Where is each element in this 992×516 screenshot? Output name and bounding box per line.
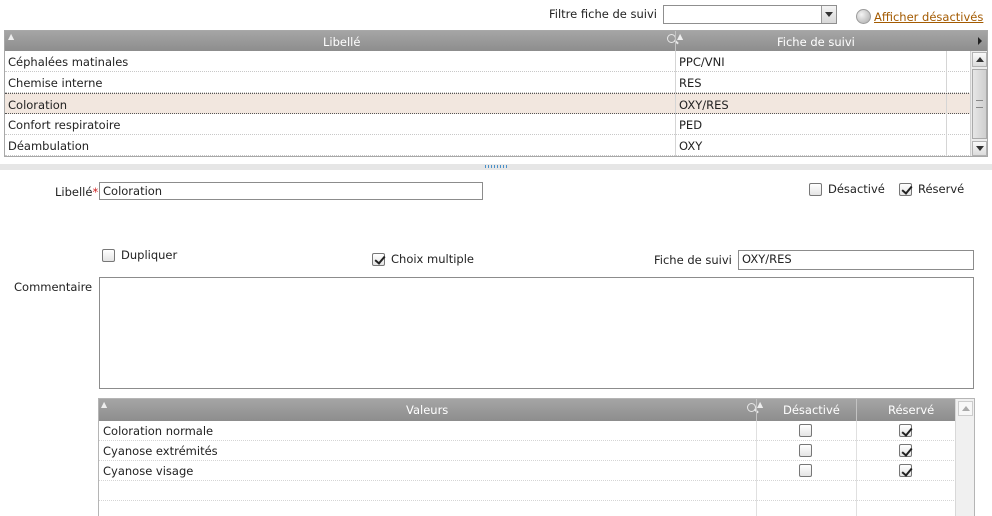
valeur-desactive-checkbox[interactable] — [799, 444, 812, 457]
column-header-desactive[interactable]: Désactivé — [783, 403, 840, 417]
valeur-row-empty[interactable] — [99, 481, 956, 501]
grid-header: ▲ Libellé ▲ Fiche de suivi — [5, 31, 987, 51]
commentaire-label: Commentaire — [14, 280, 93, 294]
libelle-input[interactable]: Coloration — [99, 182, 483, 200]
grid-row[interactable]: Chemise interne RES — [5, 72, 971, 93]
dupliquer-label: Dupliquer — [121, 248, 178, 262]
filter-label: Filtre fiche de suivi — [549, 7, 657, 21]
cell-fiche: PED — [679, 118, 703, 132]
scroll-right-icon[interactable] — [978, 37, 982, 45]
grid-row[interactable]: Céphalées matinales PPC/VNI — [5, 51, 971, 72]
column-header-libelle[interactable]: Libellé — [323, 35, 360, 49]
fiche-input[interactable]: OXY/RES — [738, 250, 974, 270]
valeur-row-empty[interactable] — [99, 501, 956, 516]
desactive-label: Désactivé — [828, 182, 885, 196]
required-mark: * — [92, 185, 99, 199]
column-header-reserve[interactable]: Réservé — [888, 403, 934, 417]
splitter-grip-icon[interactable] — [485, 165, 507, 168]
dupliquer-checkbox-wrap[interactable]: Dupliquer — [102, 248, 177, 262]
cell-fiche: PPC/VNI — [679, 55, 725, 69]
cell-fiche: OXY/RES — [679, 98, 729, 112]
items-grid: ▲ Libellé ▲ Fiche de suivi Céphalées mat… — [4, 30, 988, 157]
cell-libelle: Chemise interne — [8, 76, 103, 90]
valeur-desactive-checkbox[interactable] — [799, 424, 812, 437]
sort-icon[interactable]: ▲ — [8, 32, 14, 41]
libelle-label: Libellé* — [55, 185, 99, 199]
valeurs-scrollbar[interactable] — [955, 399, 974, 516]
sort-icon[interactable]: ▲ — [101, 400, 107, 409]
column-separator[interactable] — [756, 399, 757, 421]
grid-scrollbar[interactable] — [970, 51, 987, 156]
valeur-reserve-checkbox[interactable] — [899, 464, 912, 477]
scroll-up-icon[interactable] — [958, 401, 973, 416]
filter-select[interactable] — [663, 5, 837, 24]
search-icon[interactable] — [747, 403, 756, 412]
chevron-down-icon[interactable] — [821, 6, 836, 23]
valeurs-grid: ▲ Valeurs ▲ Désactivé Réservé Coloration… — [98, 398, 975, 516]
grid-row[interactable]: Déambulation OXY — [5, 135, 971, 156]
choix-multiple-label: Choix multiple — [391, 252, 474, 266]
cell-libelle: Déambulation — [8, 139, 90, 153]
cell-libelle: Coloration — [8, 98, 68, 112]
cell-libelle: Confort respiratoire — [8, 118, 121, 132]
choix-multiple-checkbox-wrap[interactable]: Choix multiple — [372, 252, 474, 266]
column-header-fiche[interactable]: Fiche de suivi — [777, 35, 855, 49]
fiche-label: Fiche de suivi — [654, 253, 732, 267]
reserve-checkbox-wrap[interactable]: Réservé — [899, 182, 964, 196]
valeur-reserve-checkbox[interactable] — [899, 424, 912, 437]
valeur-desactive-checkbox[interactable] — [799, 464, 812, 477]
scroll-up-icon[interactable] — [972, 52, 987, 67]
grid-row-selected[interactable]: Coloration OXY/RES — [5, 93, 971, 115]
cell-libelle: Céphalées matinales — [8, 55, 129, 69]
valeur-row[interactable]: Coloration normale — [99, 421, 956, 441]
show-disabled-link[interactable]: Afficher désactivés — [874, 10, 983, 24]
reserve-checkbox[interactable] — [899, 182, 912, 196]
dupliquer-checkbox[interactable] — [102, 248, 115, 262]
column-header-valeurs[interactable]: Valeurs — [406, 403, 448, 417]
sort-icon[interactable]: ▲ — [757, 400, 763, 409]
desactive-checkbox[interactable] — [809, 182, 822, 196]
reserve-label: Réservé — [918, 182, 965, 196]
cell-fiche: OXY — [679, 139, 703, 153]
valeur-row[interactable]: Cyanose visage — [99, 461, 956, 481]
show-disabled-toggle[interactable]: Afficher désactivés — [856, 9, 983, 24]
valeur-row[interactable]: Cyanose extrémités — [99, 441, 956, 461]
cell-fiche: RES — [679, 76, 702, 90]
valeur-label: Coloration normale — [103, 424, 214, 438]
globe-icon — [856, 9, 871, 24]
valeur-label: Cyanose extrémités — [103, 444, 218, 458]
commentaire-textarea[interactable] — [99, 277, 974, 389]
column-separator[interactable] — [856, 399, 857, 421]
choix-multiple-checkbox[interactable] — [372, 252, 385, 266]
sort-icon[interactable]: ▲ — [677, 32, 683, 41]
valeur-reserve-checkbox[interactable] — [899, 444, 912, 457]
scroll-thumb[interactable] — [972, 69, 987, 139]
desactive-checkbox-wrap[interactable]: Désactivé — [809, 182, 885, 196]
panel-splitter[interactable] — [0, 164, 992, 170]
grid-row[interactable]: Confort respiratoire PED — [5, 114, 971, 135]
valeur-label: Cyanose visage — [103, 464, 194, 478]
valeurs-header: ▲ Valeurs ▲ Désactivé Réservé — [99, 399, 956, 421]
scroll-down-icon[interactable] — [972, 141, 987, 156]
column-separator[interactable] — [675, 31, 676, 51]
